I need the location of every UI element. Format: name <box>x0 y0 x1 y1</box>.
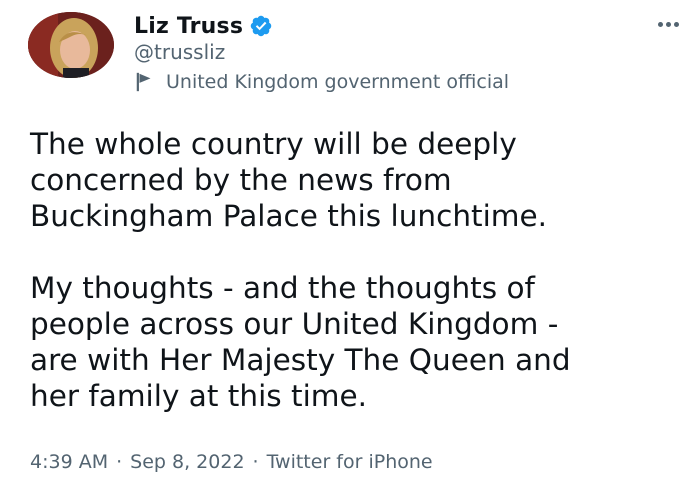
tweet-time[interactable]: 4:39 AM <box>30 451 108 473</box>
tweet-line: Buckingham Palace this lunchtime. <box>30 199 548 233</box>
tweet-card: Liz Truss @trussliz United Kingdom gover… <box>0 0 700 480</box>
more-horizontal-icon <box>657 21 663 27</box>
more-horizontal-icon <box>673 21 679 27</box>
tweet-source[interactable]: Twitter for iPhone <box>267 451 433 473</box>
tweet-line: My thoughts - and the thoughts of <box>30 271 535 305</box>
affiliation-text: United Kingdom government official <box>166 71 510 93</box>
avatar[interactable] <box>28 12 114 78</box>
meta-separator: · <box>116 451 123 473</box>
tweet-line: her family at this time. <box>30 379 368 413</box>
tweet-meta: 4:39 AM · Sep 8, 2022 · Twitter for iPho… <box>30 451 433 473</box>
tweet-paragraph: The whole country will be deeply concern… <box>30 126 690 234</box>
more-horizontal-icon <box>665 21 671 27</box>
author-handle[interactable]: @trussliz <box>134 40 225 64</box>
meta-separator: · <box>252 451 259 473</box>
tweet-paragraph: My thoughts - and the thoughts of people… <box>30 270 690 414</box>
more-options-button[interactable] <box>652 10 684 38</box>
flag-icon <box>136 72 151 92</box>
tweet-line: are with Her Majesty The Queen and <box>30 343 571 377</box>
author-display-name[interactable]: Liz Truss <box>134 14 243 39</box>
tweet-text: The whole country will be deeply concern… <box>30 126 690 414</box>
verified-badge-icon <box>250 15 272 37</box>
tweet-line: people across our United Kingdom - <box>30 307 559 341</box>
tweet-line: concerned by the news from <box>30 163 452 197</box>
tweet-line: The whole country will be deeply <box>30 127 517 161</box>
tweet-date[interactable]: Sep 8, 2022 <box>130 451 244 473</box>
avatar-photo <box>28 12 114 78</box>
affiliation-label: United Kingdom government official <box>134 71 509 93</box>
author-name-row: Liz Truss <box>134 10 273 42</box>
